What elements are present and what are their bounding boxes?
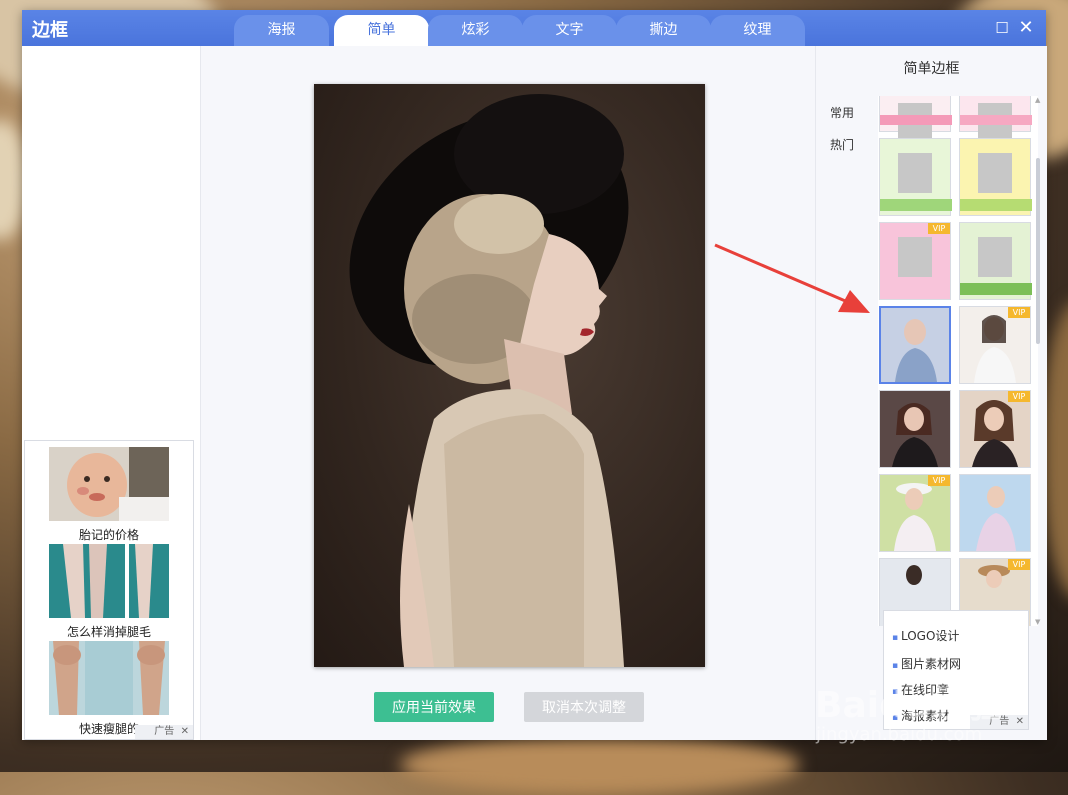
ad-item[interactable]: 怎么样消掉腿毛 (49, 544, 169, 640)
apply-effect-button[interactable]: 应用当前效果 (374, 692, 494, 722)
ad-image-baby (49, 447, 169, 521)
ad-tag-label: 广告 (154, 726, 175, 737)
ad-image-thighs (49, 641, 169, 715)
preview-area: 应用当前效果 取消本次调整 (201, 46, 815, 740)
frame-thumbnail[interactable] (879, 138, 952, 216)
frame-thumbnail[interactable]: VIP (959, 390, 1031, 468)
frame-thumbnail[interactable] (959, 96, 1032, 143)
scrollbar-thumb[interactable] (1036, 158, 1040, 344)
ad-caption: 怎么样消掉腿毛 (66, 625, 151, 639)
scroll-down-icon[interactable]: ▼ (1035, 618, 1040, 626)
watermark-brand: Baidu经验 (815, 685, 1003, 726)
ad-item[interactable]: 快速瘦腿的 (49, 641, 169, 737)
frame-thumbnail-grid: VIP VIP VIP VIP VIP (878, 96, 1038, 626)
thumbnail-photo (881, 308, 949, 382)
title-bar: 边框 海报 简单 炫彩 文字 撕边 纹理 ☐ ✕ (22, 10, 1046, 46)
ad-tag[interactable]: 广告 ✕ (135, 725, 193, 739)
ad-link[interactable]: LOGO设计 (892, 627, 959, 644)
tab-texture[interactable]: 纹理 (710, 15, 805, 46)
ad-image-legs (49, 544, 169, 618)
frame-thumbnail[interactable] (959, 222, 1032, 300)
preview-photo (314, 84, 705, 667)
vip-badge: VIP (928, 475, 950, 486)
frame-thumbnail[interactable] (959, 474, 1031, 552)
wallpaper-blob (400, 735, 800, 795)
thumbnail-photo (960, 475, 1030, 551)
frame-thumbnail[interactable] (959, 138, 1032, 216)
frame-thumbnail[interactable]: VIP (879, 222, 951, 300)
close-icon[interactable]: ✕ (1016, 18, 1036, 38)
thumbnail-photo (880, 391, 950, 467)
frame-thumbnail[interactable] (879, 96, 952, 143)
scroll-up-icon[interactable]: ▲ (1035, 96, 1040, 104)
thumbnail-scrollbar[interactable]: ▲ ▼ (1035, 96, 1041, 626)
panel-title: 简单边框 (903, 61, 960, 77)
watermark-url: jingyan.baidu.com (816, 724, 983, 745)
frame-thumbnail-selected[interactable] (879, 306, 951, 384)
close-icon[interactable]: ✕ (177, 726, 189, 737)
left-ad-panel: 胎记的价格 怎么样消掉腿毛 快速瘦腿的 广告 ✕ (24, 440, 194, 740)
frame-thumbnail[interactable] (879, 390, 951, 468)
frame-thumbnail[interactable]: VIP (959, 306, 1031, 384)
vip-badge: VIP (1008, 559, 1030, 570)
frame-thumbnail[interactable]: VIP (879, 474, 951, 552)
thumbnail-photo (960, 391, 1030, 467)
maximize-icon[interactable]: ☐ (992, 18, 1012, 38)
tab-torn-edge[interactable]: 撕边 (616, 15, 711, 46)
tab-simple[interactable]: 简单 (334, 15, 429, 46)
category-hot[interactable]: 热门 (830, 136, 854, 153)
vip-badge: VIP (928, 223, 950, 234)
thumbnail-photo (880, 475, 950, 551)
ad-item[interactable]: 胎记的价格 (49, 447, 169, 543)
vip-badge: VIP (1008, 391, 1030, 402)
cancel-adjustment-button[interactable]: 取消本次调整 (524, 692, 644, 722)
portrait-image (349, 94, 629, 667)
thumbnail-photo (960, 307, 1030, 383)
tab-colorful[interactable]: 炫彩 (428, 15, 523, 46)
left-panel: 胎记的价格 怎么样消掉腿毛 快速瘦腿的 广告 ✕ (22, 46, 201, 740)
ad-link[interactable]: 图片素材网 (892, 655, 961, 672)
window-title: 边框 (32, 20, 68, 41)
ad-caption: 胎记的价格 (78, 528, 139, 542)
close-icon[interactable]: ✕ (1012, 716, 1024, 727)
frame-editor-window: 边框 海报 简单 炫彩 文字 撕边 纹理 ☐ ✕ 胎记的价格 怎么样消掉腿毛 快… (22, 10, 1047, 740)
tab-text[interactable]: 文字 (522, 15, 617, 46)
category-common[interactable]: 常用 (830, 104, 854, 121)
tab-poster[interactable]: 海报 (234, 15, 329, 46)
right-panel: 简单边框 常用 热门 VIP VIP VIP VIP VIP ▲ ▼ ▪ LOG… (815, 46, 1047, 740)
vip-badge: VIP (1008, 307, 1030, 318)
